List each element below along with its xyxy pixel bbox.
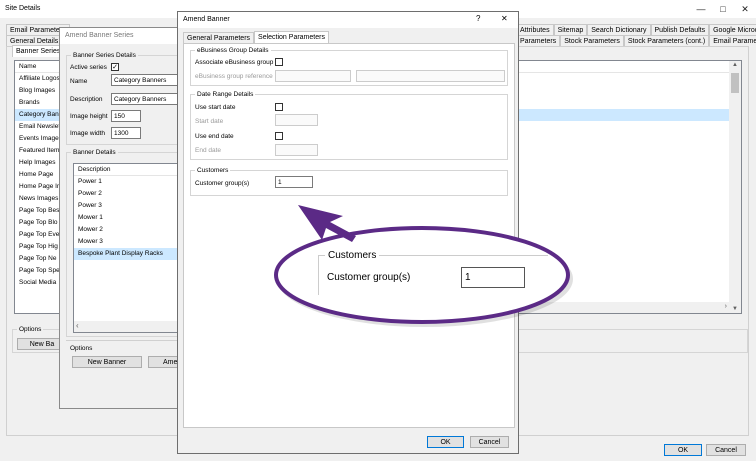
callout-customer-group-field: 1	[461, 267, 525, 288]
callout-customers-title: Customers	[325, 249, 380, 262]
callout-customer-group-label: Customer group(s)	[327, 272, 411, 283]
callout-arrow-icon	[298, 205, 356, 242]
callout-overlay	[274, 205, 573, 327]
